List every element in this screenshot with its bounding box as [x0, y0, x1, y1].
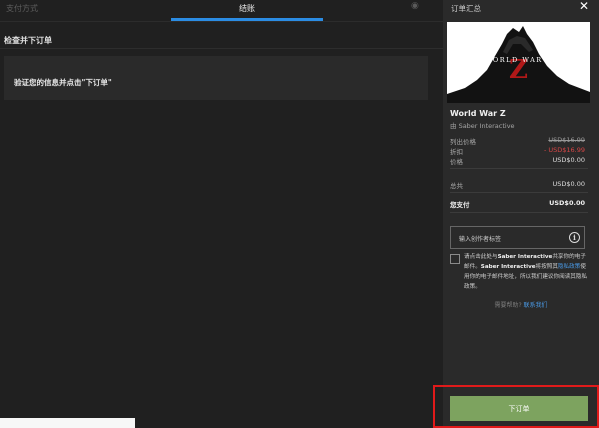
order-summary-panel: 订单汇总 ✕ Z WORLD WAR Z World War Z 由 Saber…	[443, 0, 599, 428]
price-label: 价格	[450, 158, 463, 166]
amount-due-value: USD$0.00	[549, 199, 585, 207]
checkout-steps: 支付方式 结账 ◉	[0, 0, 443, 22]
checkout-panel: 支付方式 结账 ◉ 检查并下订单 验证您的信息并点击"下订单"	[0, 0, 443, 428]
order-summary-title: 订单汇总	[451, 4, 481, 13]
eye-icon: ◉	[411, 1, 419, 11]
close-button[interactable]: ✕	[579, 0, 589, 13]
discount-value: - USD$16.99	[543, 146, 585, 154]
game-publisher: 由 Saber Interactive	[450, 122, 515, 130]
email-consent-text: 请点击此处与Saber Interactive共享你的电子邮件。Saber In…	[464, 254, 588, 290]
game-cover-image: Z WORLD WAR Z	[447, 22, 590, 103]
help-line: 需要帮助? 联系我们	[494, 302, 548, 309]
creator-tag-input[interactable]: 输入创作者标签 i	[450, 226, 585, 249]
contact-us-link[interactable]: 联系我们	[524, 302, 548, 309]
total-label: 总共	[450, 182, 463, 190]
tab-checkout[interactable]: 结账	[171, 3, 323, 14]
amount-due-label: 您支付	[450, 201, 470, 209]
total-value: USD$0.00	[552, 180, 586, 188]
list-price-label: 列出价格	[450, 138, 476, 146]
verify-message: 验证您的信息并点击"下订单"	[14, 78, 112, 87]
bottom-white-strip	[0, 418, 135, 428]
game-title: World War Z	[450, 109, 506, 118]
price-value: USD$0.00	[552, 156, 586, 164]
place-order-button[interactable]: 下订单	[450, 396, 588, 421]
tab-payment-method[interactable]: 支付方式	[6, 3, 38, 14]
list-price-value: USD$16.99	[548, 136, 585, 144]
creator-tag-placeholder: 输入创作者标签	[459, 236, 502, 243]
active-tab-indicator	[171, 18, 323, 21]
cover-title-text: WORLD WAR Z	[484, 56, 553, 64]
info-icon[interactable]: i	[569, 232, 580, 243]
divider	[450, 192, 588, 193]
email-consent-checkbox[interactable]	[450, 254, 460, 264]
divider	[450, 212, 588, 213]
discount-label: 折扣	[450, 148, 463, 156]
section-title: 检查并下订单	[4, 36, 52, 45]
divider	[0, 48, 443, 49]
privacy-policy-link[interactable]: 隐私政策	[558, 264, 580, 270]
divider	[450, 168, 588, 169]
